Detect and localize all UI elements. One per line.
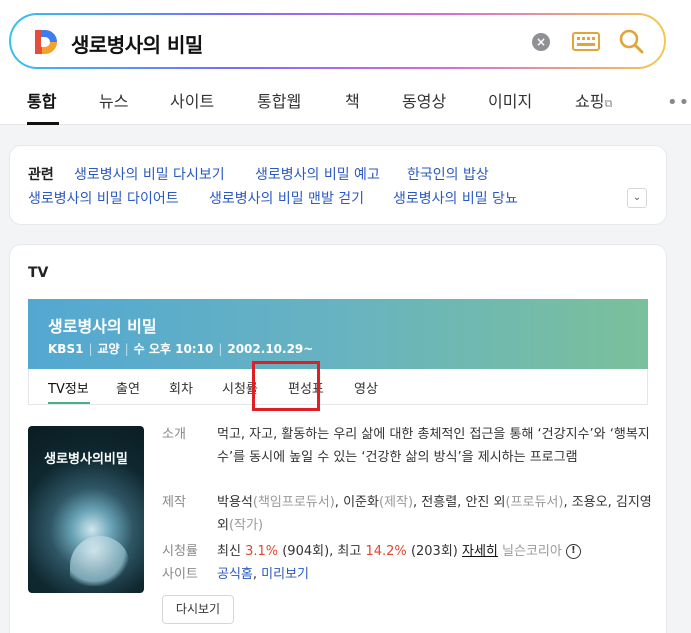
meta-divider: |	[124, 342, 129, 356]
search-icon[interactable]	[617, 27, 645, 55]
subtab-cast[interactable]: 출연	[116, 378, 140, 397]
info-sites: 공식홈, 미리보기	[217, 567, 309, 582]
related-link[interactable]: 생로병사의 비밀 당뇨	[393, 188, 518, 208]
meta-divider: |	[218, 342, 223, 356]
info-producers: 박용석(책임프로듀서), 이준화(제작), 전흥렬, 안진 외(프로듀서), 조…	[217, 495, 652, 533]
start-date: 2002.10.29~	[227, 342, 314, 356]
info-key-producer: 제작	[162, 495, 186, 510]
info-key-site: 사이트	[162, 567, 198, 582]
tab-web[interactable]: 통합웹	[257, 88, 301, 112]
preview-link[interactable]: 미리보기	[261, 567, 309, 582]
tab-integrated[interactable]: 통합	[27, 88, 56, 112]
subtab-video[interactable]: 영상	[354, 378, 378, 397]
info-key-intro: 소개	[162, 427, 186, 442]
related-searches-card: 관련 생로병사의 비밀 다시보기 생로병사의 비밀 예고 한국인의 밥상 생로병…	[9, 145, 667, 225]
producer-role: (프로듀서)	[505, 495, 564, 510]
subtab-tv-info[interactable]: TV정보	[48, 378, 89, 397]
highlight-box	[252, 361, 320, 411]
tab-book[interactable]: 책	[345, 88, 360, 112]
tv-program-card: TV 생로병사의 비밀 KBS1 | 교양 | 수 오후 10:10 | 2002.10.2…	[9, 244, 667, 633]
search-tabs: 통합 뉴스 사이트 통합웹 책 동영상 이미지 쇼핑⧉ •••	[0, 82, 691, 125]
rating-latest-episode: (904회)	[282, 544, 330, 559]
rating-source: 닐슨코리아	[502, 544, 562, 559]
producer-role: (제작)	[378, 495, 414, 510]
keyboard-icon[interactable]	[572, 32, 600, 51]
producer-role: (책임프로듀서)	[252, 495, 335, 510]
rating-latest-value: 3.1%	[245, 544, 279, 559]
info-icon[interactable]: !	[565, 544, 581, 559]
tab-site[interactable]: 사이트	[170, 88, 214, 112]
tab-shopping-label: 쇼핑	[575, 92, 605, 111]
subtab-episodes[interactable]: 회차	[169, 378, 193, 397]
tab-shopping[interactable]: 쇼핑⧉	[575, 88, 612, 112]
program-meta: KBS1 | 교양 | 수 오후 10:10 | 2002.10.29~	[48, 340, 313, 357]
program-banner: 생로병사의 비밀 KBS1 | 교양 | 수 오후 10:10 | 2002.10.29~	[28, 299, 648, 369]
rating-best-episode: (203회)	[410, 544, 458, 559]
related-link[interactable]: 생로병사의 비밀 예고	[255, 164, 380, 184]
tab-image[interactable]: 이미지	[488, 88, 532, 112]
clear-icon[interactable]: ×	[532, 33, 550, 51]
tab-video[interactable]: 동영상	[402, 88, 446, 112]
related-link[interactable]: 한국인의 밥상	[407, 164, 489, 184]
rating-latest-label: 최신	[217, 544, 241, 559]
info-intro: 먹고, 자고, 활동하는 우리 삶에 대한 총체적인 접근을 통해 ‘건강지수’…	[217, 427, 650, 465]
active-tab-indicator	[27, 122, 59, 125]
tab-news[interactable]: 뉴스	[99, 88, 128, 112]
active-subtab-indicator	[48, 402, 90, 404]
program-subtabs: TV정보 출연 회차 시청률 편성표 영상	[28, 369, 648, 405]
schedule: 수 오후 10:10	[133, 342, 214, 356]
related-link[interactable]: 생로병사의 비밀 다시보기	[74, 164, 225, 184]
top-bar: 생로병사의 비밀 × 통합 뉴스 사이트 통합웹 책 동영상 이미지 쇼핑⧉ •…	[0, 0, 691, 125]
poster-hand-graphic	[70, 536, 130, 586]
info-key-rating: 시청률	[162, 544, 198, 559]
producer-name[interactable]: 박용석	[217, 495, 253, 510]
program-title[interactable]: 생로병사의 비밀	[48, 313, 157, 337]
channel: KBS1	[48, 342, 84, 356]
rewatch-button[interactable]: 다시보기	[162, 595, 234, 624]
meta-divider: |	[88, 342, 93, 356]
related-link[interactable]: 생로병사의 비밀 다이어트	[28, 188, 179, 208]
daum-logo-icon[interactable]	[33, 28, 59, 56]
producer-name: 전흥렬, 안진 외	[421, 495, 506, 510]
more-icon[interactable]: •••	[667, 92, 691, 113]
related-label: 관련	[28, 167, 54, 183]
rating-details-link[interactable]: 자세히	[462, 544, 498, 559]
producer-role: (작가)	[228, 518, 264, 533]
producer-name[interactable]: 이준화	[343, 495, 379, 510]
search-input[interactable]: 생로병사의 비밀	[71, 29, 203, 58]
genre: 교양	[97, 342, 120, 356]
section-title: TV	[28, 265, 49, 281]
rating-best-label: 최고	[337, 544, 362, 559]
rating-best-value: 14.2%	[365, 544, 407, 559]
info-ratings: 최신 3.1% (904회), 최고 14.2% (203회) 자세히 닐슨코리…	[217, 540, 653, 563]
search-box[interactable]: 생로병사의 비밀 ×	[9, 13, 666, 69]
related-link[interactable]: 생로병사의 비밀 맨발 걷기	[209, 188, 364, 208]
poster-title: 생로병사의비밀	[44, 452, 128, 467]
chevron-down-icon[interactable]: ⌄	[627, 188, 647, 208]
program-poster[interactable]: 생로병사의비밀	[28, 426, 144, 593]
official-home-link[interactable]: 공식홈	[217, 567, 253, 582]
external-window-icon: ⧉	[604, 97, 613, 110]
